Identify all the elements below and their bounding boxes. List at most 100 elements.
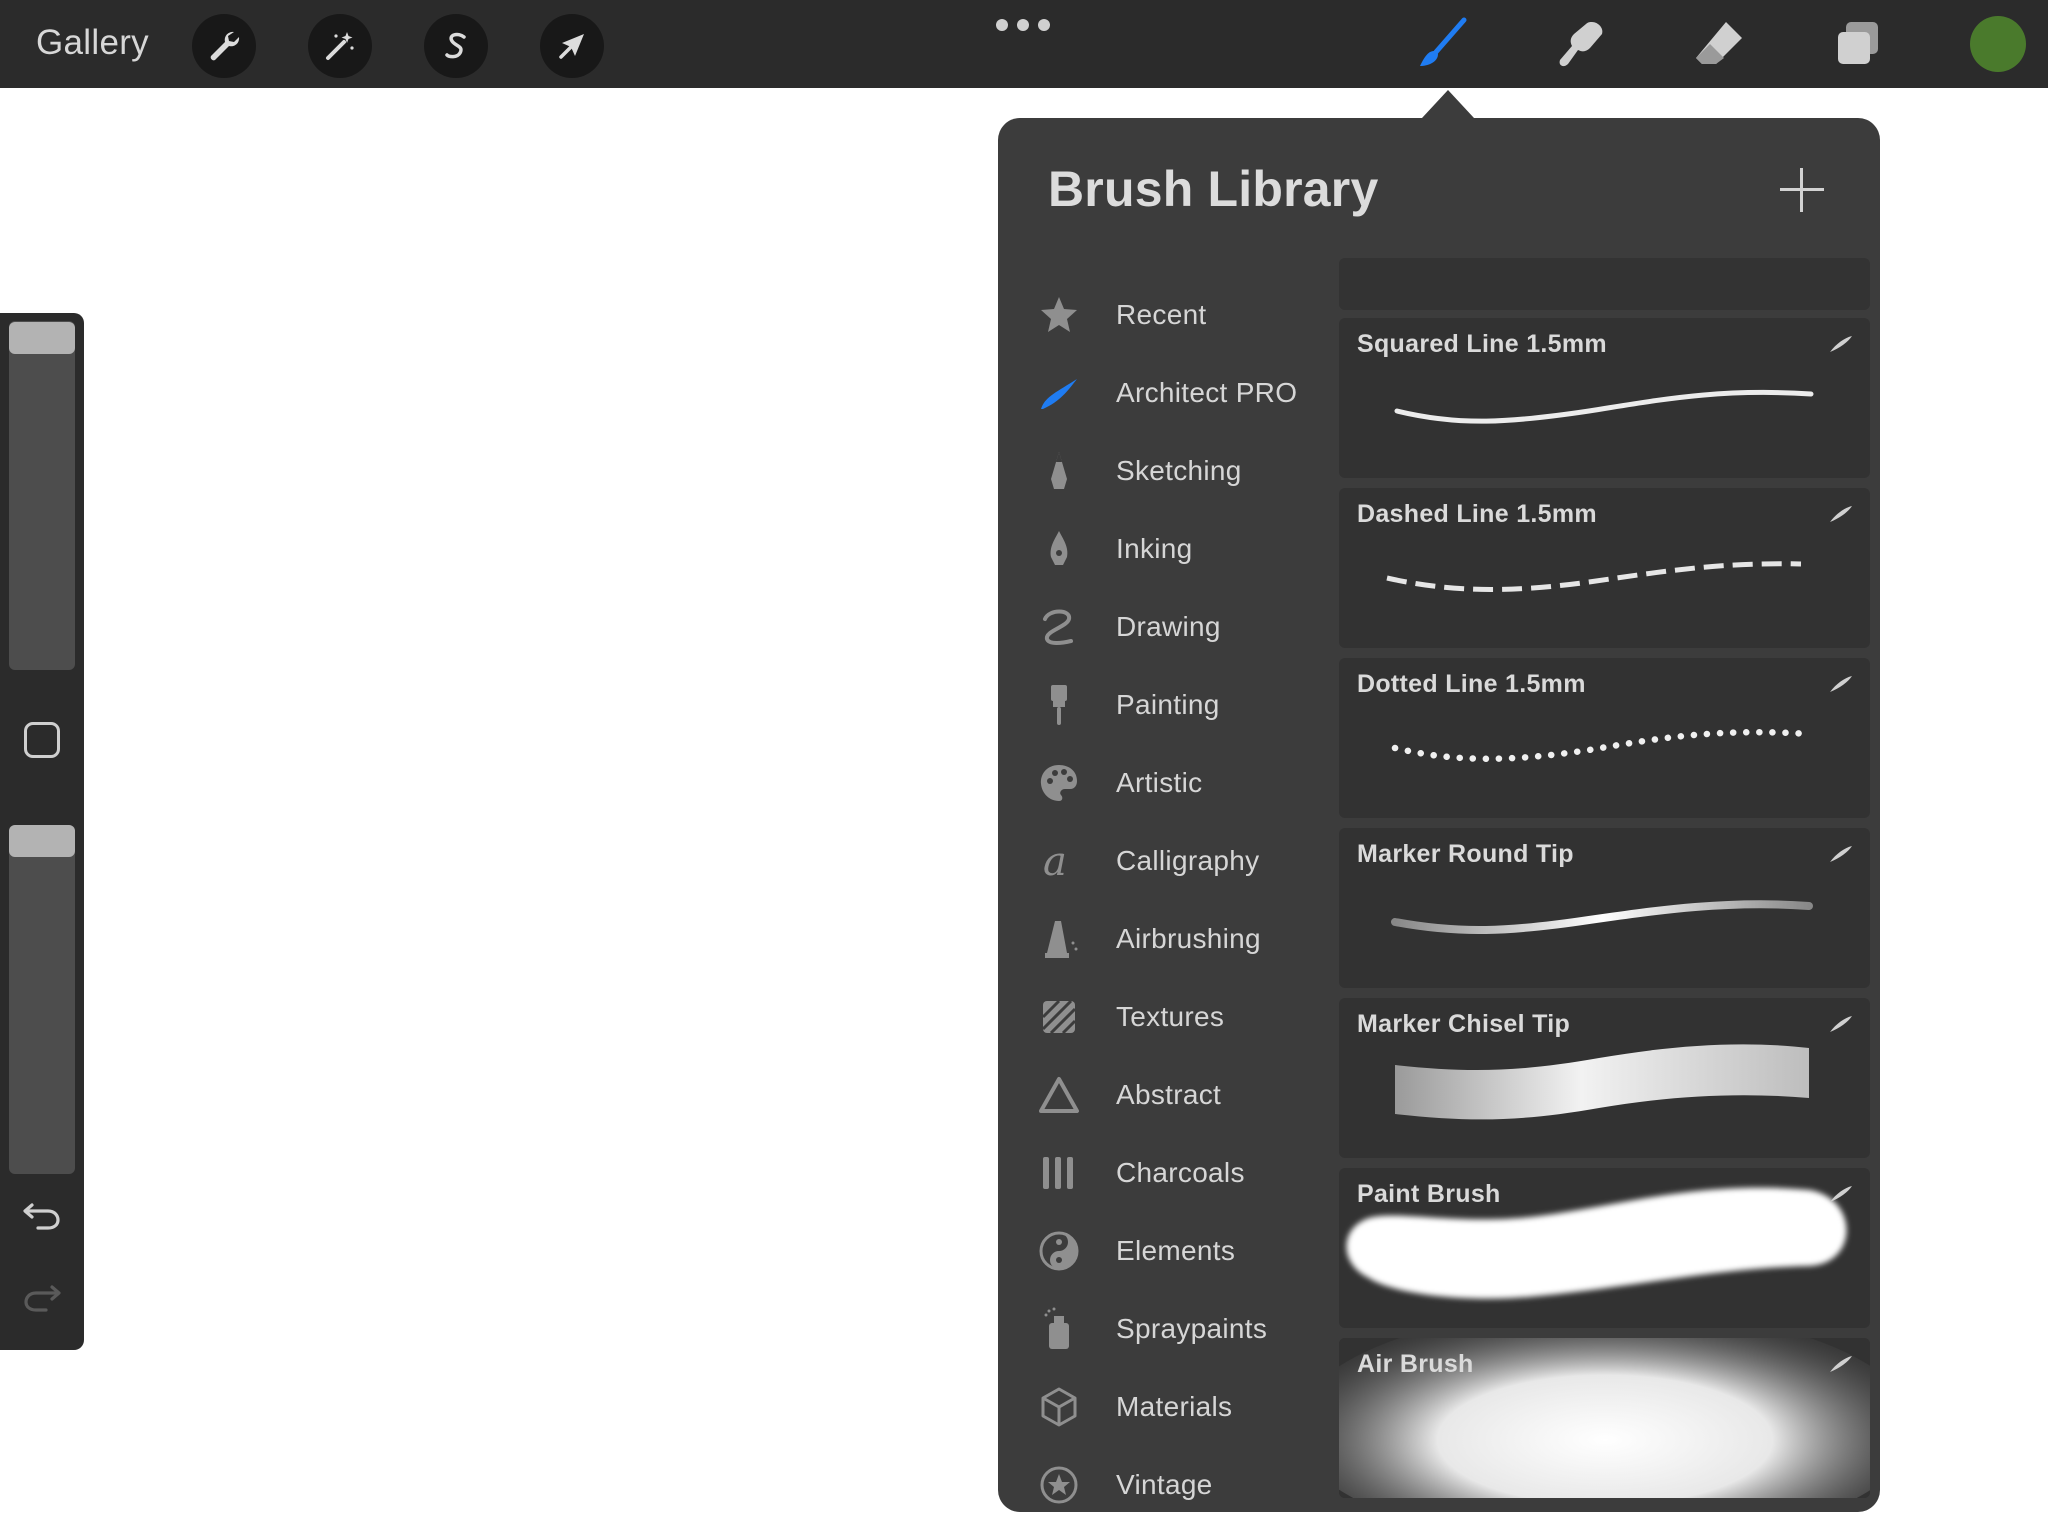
- actions-button[interactable]: [192, 14, 256, 78]
- brush-set-item[interactable]: Textures: [998, 978, 1338, 1056]
- brush-set-label: Spraypaints: [1116, 1313, 1268, 1344]
- brush-set-label: Airbrushing: [1116, 923, 1261, 954]
- ink-pen-icon: [1050, 531, 1068, 565]
- brush-set-item[interactable]: Materials: [998, 1368, 1338, 1446]
- brush-name: Squared Line 1.5mm: [1357, 330, 1607, 358]
- transform-arrow-icon: [559, 34, 584, 59]
- brush-item-air-brush[interactable]: Air Brush: [1339, 1338, 1870, 1498]
- brush-set-label: Abstract: [1116, 1079, 1222, 1110]
- brush-stroke-icon: [1041, 379, 1077, 409]
- panel-title: Brush Library: [1048, 161, 1379, 217]
- paint-brush-icon: [1051, 685, 1067, 725]
- brush-set-item[interactable]: Inking: [998, 510, 1338, 588]
- brush-stroke-preview-icon: [1830, 506, 1852, 522]
- brush-item-squared-line[interactable]: Squared Line 1.5mm: [1339, 318, 1870, 478]
- triangle-icon: [1039, 1077, 1079, 1113]
- top-toolbar: Gallery: [0, 0, 2048, 88]
- brush-item-paint-brush[interactable]: Paint Brush: [1339, 1168, 1870, 1328]
- brush-set-item[interactable]: Painting: [998, 666, 1338, 744]
- opacity-thumb[interactable]: [9, 825, 75, 857]
- squiggle-icon: [1043, 609, 1073, 645]
- brush-name: Dotted Line 1.5mm: [1357, 670, 1586, 698]
- brush-set-label: Architect PRO: [1116, 377, 1298, 408]
- dot-icon: [996, 19, 1008, 31]
- charcoal-icon: [1043, 1157, 1073, 1189]
- eraser-icon: [1696, 22, 1742, 64]
- brush-set-item[interactable]: Charcoals: [998, 1134, 1338, 1212]
- brush-set-item[interactable]: Recent: [998, 276, 1338, 354]
- brush-item-marker-chisel-tip[interactable]: Marker Chisel Tip: [1339, 998, 1870, 1158]
- brush-item-dashed-line[interactable]: Dashed Line 1.5mm: [1339, 488, 1870, 648]
- brush-set-item[interactable]: Spraypaints: [998, 1290, 1338, 1368]
- brush-set-label: Artistic: [1116, 767, 1203, 798]
- brush-size-slider[interactable]: [9, 321, 75, 670]
- pencil-tip-icon: [1051, 452, 1067, 489]
- smudge-icon: [1559, 22, 1603, 67]
- adjustments-button[interactable]: [308, 14, 372, 78]
- yin-yang-icon: [1039, 1231, 1079, 1271]
- brush-name: Dashed Line 1.5mm: [1357, 500, 1597, 528]
- star-badge-icon: [1040, 1466, 1078, 1504]
- brush-set-label: Drawing: [1116, 611, 1221, 642]
- opacity-slider[interactable]: [9, 825, 75, 1174]
- gallery-button[interactable]: Gallery: [36, 20, 149, 66]
- brush-list-header: [1339, 258, 1870, 310]
- undo-button[interactable]: [20, 1195, 64, 1235]
- brush-set-label: Recent: [1116, 299, 1207, 330]
- transform-button[interactable]: [540, 14, 604, 78]
- brush-set-label: Textures: [1116, 1001, 1225, 1032]
- wrench-icon: [210, 31, 240, 61]
- brush-set-label: Calligraphy: [1116, 845, 1260, 876]
- brush-tool-button[interactable]: [1410, 12, 1474, 76]
- brush-set-label: Elements: [1116, 1235, 1236, 1266]
- brush-stroke-preview-icon: [1830, 846, 1852, 862]
- redo-button[interactable]: [20, 1277, 64, 1317]
- more-options-button[interactable]: [996, 14, 1050, 36]
- brush-set-item[interactable]: a Calligraphy: [998, 822, 1338, 900]
- brush-stroke-preview-icon: [1830, 1356, 1852, 1372]
- brush-set-label: Sketching: [1116, 455, 1242, 486]
- color-picker-button[interactable]: [1970, 16, 2026, 72]
- brush-set-label: Materials: [1116, 1391, 1233, 1422]
- texture-icon: [1041, 999, 1077, 1035]
- add-brush-set-button[interactable]: [1780, 168, 1824, 212]
- brush-stroke-preview-icon: [1830, 1016, 1852, 1032]
- brush-list: Squared Line 1.5mm Dashed Line 1.5mm Dot…: [1339, 258, 1870, 1512]
- selection-button[interactable]: [424, 14, 488, 78]
- star-icon: [1041, 297, 1077, 332]
- selection-icon: [445, 32, 466, 59]
- layers-button[interactable]: [1826, 12, 1890, 76]
- calligraphy-a-icon: a: [1043, 839, 1067, 883]
- brush-set-item[interactable]: Vintage: [998, 1446, 1338, 1512]
- brush-set-item[interactable]: Artistic: [998, 744, 1338, 822]
- brush-stroke-preview-icon: [1830, 1186, 1852, 1202]
- magic-wand-icon: [326, 32, 354, 60]
- brush-name: Marker Round Tip: [1357, 840, 1574, 868]
- airbrush-icon: [1045, 921, 1078, 958]
- brush-set-item[interactable]: Elements: [998, 1212, 1338, 1290]
- brush-set-item[interactable]: Sketching: [998, 432, 1338, 510]
- smudge-tool-button[interactable]: [1548, 12, 1612, 76]
- brush-icon: [1420, 17, 1467, 66]
- brush-name: Air Brush: [1357, 1350, 1474, 1378]
- brush-name: Marker Chisel Tip: [1357, 1010, 1571, 1038]
- brush-set-label: Charcoals: [1116, 1157, 1245, 1188]
- brush-size-thumb[interactable]: [9, 322, 75, 354]
- palette-icon: [1040, 765, 1077, 801]
- dot-icon: [1038, 19, 1050, 31]
- cube-icon: [1041, 1387, 1077, 1427]
- brush-item-marker-round-tip[interactable]: Marker Round Tip: [1339, 828, 1870, 988]
- brush-item-dotted-line[interactable]: Dotted Line 1.5mm: [1339, 658, 1870, 818]
- brush-set-label: Vintage: [1116, 1469, 1213, 1500]
- brush-stroke-preview-icon: [1830, 336, 1852, 352]
- modify-button[interactable]: [24, 722, 60, 758]
- brush-library-panel: Brush Library Recent Architect PRO Sketc…: [998, 118, 1880, 1512]
- brush-set-item[interactable]: Abstract: [998, 1056, 1338, 1134]
- brush-name: Paint Brush: [1357, 1180, 1501, 1208]
- spray-can-icon: [1044, 1307, 1069, 1349]
- layers-icon: [1838, 22, 1878, 64]
- brush-set-item[interactable]: Architect PRO: [998, 354, 1338, 432]
- brush-set-item[interactable]: Drawing: [998, 588, 1338, 666]
- brush-set-item[interactable]: Airbrushing: [998, 900, 1338, 978]
- eraser-tool-button[interactable]: [1688, 12, 1752, 76]
